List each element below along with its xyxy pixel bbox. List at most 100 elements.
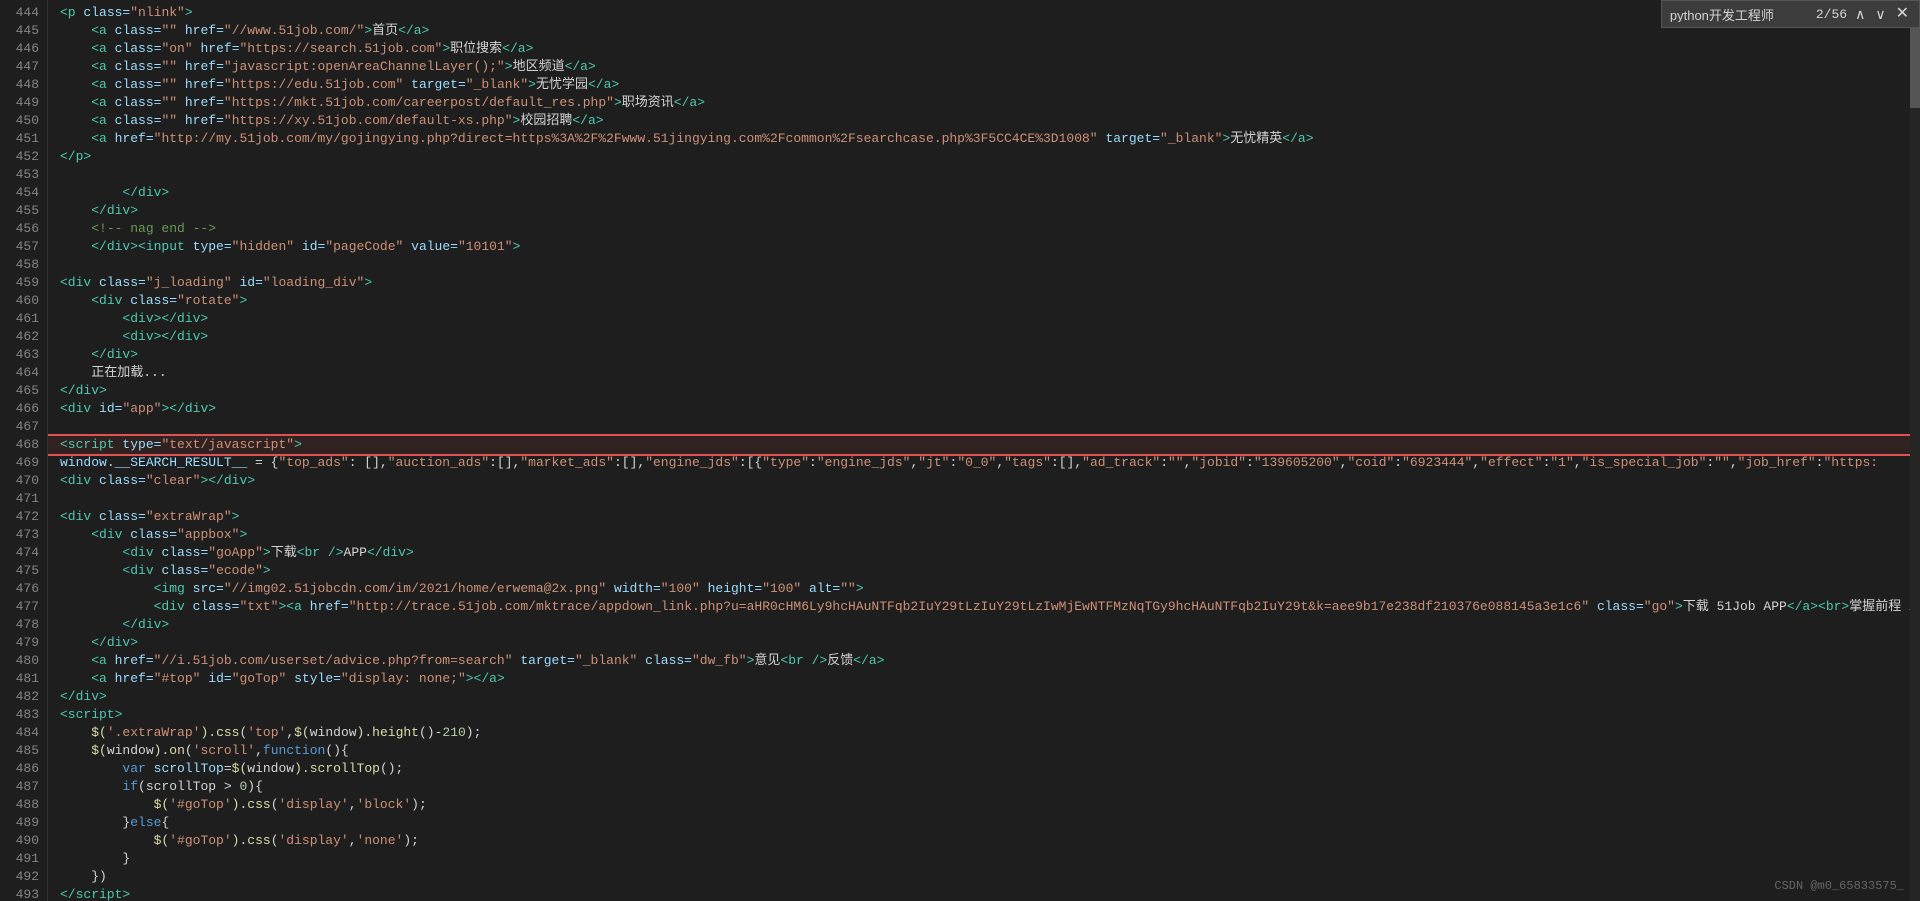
- code-line-458: [48, 256, 1920, 274]
- ln-460: 460: [12, 292, 39, 310]
- ln-461: 461: [12, 310, 39, 328]
- ln-486: 486: [12, 760, 39, 778]
- code-line-469: window.__SEARCH_RESULT__ = {"top_ads": […: [48, 454, 1920, 472]
- search-bar: 2/56 ∧ ∨ ✕: [1661, 0, 1920, 28]
- ln-468: 468: [12, 436, 39, 454]
- ln-474: 474: [12, 544, 39, 562]
- code-line-472: <div class="extraWrap">: [48, 508, 1920, 526]
- code-line-450: <a class="" href="https://xy.51job.com/d…: [48, 112, 1920, 130]
- code-line-452: </p>: [48, 148, 1920, 166]
- code-line-480: <a href="//i.51job.com/userset/advice.ph…: [48, 652, 1920, 670]
- ln-455: 455: [12, 202, 39, 220]
- ln-484: 484: [12, 724, 39, 742]
- code-line-490: $('#goTop').css('display','none');: [48, 832, 1920, 850]
- code-line-484: $('.extraWrap').css('top',$(window).heig…: [48, 724, 1920, 742]
- ln-477: 477: [12, 598, 39, 616]
- code-line-486: var scrollTop=$(window).scrollTop();: [48, 760, 1920, 778]
- ln-489: 489: [12, 814, 39, 832]
- code-line-491: }: [48, 850, 1920, 868]
- search-next-button[interactable]: ∨: [1873, 7, 1887, 21]
- ln-465: 465: [12, 382, 39, 400]
- search-close-button[interactable]: ✕: [1894, 6, 1911, 22]
- code-line-479: </div>: [48, 634, 1920, 652]
- ln-471: 471: [12, 490, 39, 508]
- code-line-487: if(scrollTop > 0){: [48, 778, 1920, 796]
- ln-466: 466: [12, 400, 39, 418]
- ln-481: 481: [12, 670, 39, 688]
- code-line-446: <a class="on" href="https://search.51job…: [48, 40, 1920, 58]
- code-line-453: [48, 166, 1920, 184]
- ln-449: 449: [12, 94, 39, 112]
- code-line-456: <!-- nag end -->: [48, 220, 1920, 238]
- code-line-459: <div class="j_loading" id="loading_div">: [48, 274, 1920, 292]
- ln-469: 469: [12, 454, 39, 472]
- code-line-493: </script>: [48, 886, 1920, 901]
- watermark: CSDN @m0_65833575_: [1774, 879, 1904, 893]
- search-input[interactable]: [1670, 7, 1810, 22]
- code-line-449: <a class="" href="https://mkt.51job.com/…: [48, 94, 1920, 112]
- ln-487: 487: [12, 778, 39, 796]
- ln-467: 467: [12, 418, 39, 436]
- ln-457: 457: [12, 238, 39, 256]
- right-scrollbar-thumb[interactable]: [1910, 28, 1920, 108]
- ln-452: 452: [12, 148, 39, 166]
- ln-493: 493: [12, 886, 39, 901]
- code-line-475: <div class="ecode">: [48, 562, 1920, 580]
- search-count: 2/56: [1816, 7, 1847, 22]
- ln-472: 472: [12, 508, 39, 526]
- ln-480: 480: [12, 652, 39, 670]
- code-line-451: <a href="http://my.51job.com/my/gojingyi…: [48, 130, 1920, 148]
- code-line-455: </div>: [48, 202, 1920, 220]
- code-line-454: </div>: [48, 184, 1920, 202]
- right-scrollbar[interactable]: [1910, 28, 1920, 901]
- code-line-482: </div>: [48, 688, 1920, 706]
- code-line-485: $(window).on('scroll',function(){: [48, 742, 1920, 760]
- ln-476: 476: [12, 580, 39, 598]
- code-line-465: </div>: [48, 382, 1920, 400]
- ln-445: 445: [12, 22, 39, 40]
- ln-456: 456: [12, 220, 39, 238]
- code-line-483: <script>: [48, 706, 1920, 724]
- ln-485: 485: [12, 742, 39, 760]
- search-prev-button[interactable]: ∧: [1853, 7, 1867, 21]
- code-line-460: <div class="rotate">: [48, 292, 1920, 310]
- ln-488: 488: [12, 796, 39, 814]
- ln-479: 479: [12, 634, 39, 652]
- code-line-468: <script type="text/javascript">: [48, 436, 1920, 454]
- ln-491: 491: [12, 850, 39, 868]
- code-line-448: <a class="" href="https://edu.51job.com"…: [48, 76, 1920, 94]
- ln-482: 482: [12, 688, 39, 706]
- code-line-444: <p class="nlink">: [48, 4, 1920, 22]
- ln-490: 490: [12, 832, 39, 850]
- code-editor: 444 445 446 447 448 449 450 451 452 453 …: [0, 0, 1920, 901]
- code-line-445: <a class="" href="//www.51job.com/">首页</…: [48, 22, 1920, 40]
- ln-447: 447: [12, 58, 39, 76]
- code-line-474: <div class="goApp">下载<br />APP</div>: [48, 544, 1920, 562]
- code-line-447: <a class="" href="javascript:openAreaCha…: [48, 58, 1920, 76]
- code-line-473: <div class="appbox">: [48, 526, 1920, 544]
- ln-475: 475: [12, 562, 39, 580]
- code-content[interactable]: <p class="nlink"> <a class="" href="//ww…: [48, 0, 1920, 901]
- ln-463: 463: [12, 346, 39, 364]
- ln-453: 453: [12, 166, 39, 184]
- code-line-481: <a href="#top" id="goTop" style="display…: [48, 670, 1920, 688]
- code-line-477: <div class="txt"><a href="http://trace.5…: [48, 598, 1920, 616]
- code-line-471: [48, 490, 1920, 508]
- code-line-488: $('#goTop').css('display','block');: [48, 796, 1920, 814]
- ln-451: 451: [12, 130, 39, 148]
- line-numbers: 444 445 446 447 448 449 450 451 452 453 …: [0, 0, 48, 901]
- code-line-489: }else{: [48, 814, 1920, 832]
- ln-444: 444: [12, 4, 39, 22]
- ln-483: 483: [12, 706, 39, 724]
- ln-459: 459: [12, 274, 39, 292]
- ln-492: 492: [12, 868, 39, 886]
- code-line-466: <div id="app"></div>: [48, 400, 1920, 418]
- ln-462: 462: [12, 328, 39, 346]
- ln-458: 458: [12, 256, 39, 274]
- ln-478: 478: [12, 616, 39, 634]
- code-line-492: }): [48, 868, 1920, 886]
- code-line-467: [48, 418, 1920, 436]
- ln-446: 446: [12, 40, 39, 58]
- code-line-461: <div></div>: [48, 310, 1920, 328]
- ln-464: 464: [12, 364, 39, 382]
